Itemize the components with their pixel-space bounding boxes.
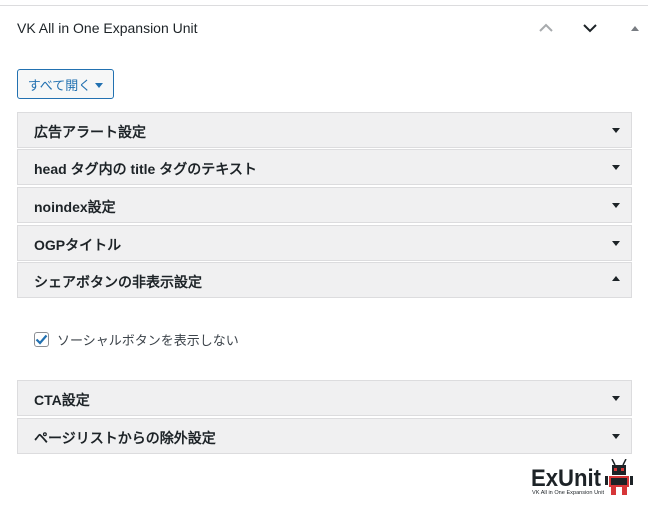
section-label: OGPタイトル — [34, 237, 122, 253]
share-hide-panel: ソーシャルボタンを表示しない — [17, 297, 632, 380]
section-label: ページリストからの除外設定 — [34, 430, 216, 446]
caret-down-icon — [95, 82, 104, 88]
caret-down-icon — [612, 128, 620, 133]
section-cta[interactable]: CTA設定 — [17, 380, 632, 416]
expand-all-label: すべて開く — [27, 77, 92, 93]
robot-mascot-icon — [605, 459, 633, 495]
checkmark-icon — [35, 334, 48, 345]
caret-down-icon — [612, 165, 620, 170]
exunit-logo: ExUnit VK All in One Expansion Unit — [531, 459, 633, 496]
caret-down-icon — [612, 203, 620, 208]
panel-title: VK All in One Expansion Unit — [17, 20, 198, 36]
section-label: シェアボタンの非表示設定 — [34, 274, 202, 290]
hide-social-buttons-option[interactable]: ソーシャルボタンを表示しない — [34, 330, 239, 349]
section-page-list-exclude[interactable]: ページリストからの除外設定 — [17, 418, 632, 454]
checkbox-label: ソーシャルボタンを表示しない — [57, 333, 239, 348]
caret-down-icon — [612, 241, 620, 246]
triangle-up-icon — [631, 26, 639, 31]
section-noindex[interactable]: noindex設定 — [17, 187, 632, 223]
section-label: CTA設定 — [34, 392, 90, 408]
chevron-down-icon — [583, 24, 597, 33]
section-label: noindex設定 — [34, 199, 116, 215]
section-ad-alert[interactable]: 広告アラート設定 — [17, 112, 632, 148]
panel-toggle-button[interactable] — [624, 17, 646, 39]
section-label: 広告アラート設定 — [34, 124, 146, 140]
caret-down-icon — [612, 396, 620, 401]
hide-social-buttons-checkbox[interactable] — [34, 332, 49, 347]
section-label: head タグ内の title タグのテキスト — [34, 161, 257, 177]
section-ogp-title[interactable]: OGPタイトル — [17, 225, 632, 261]
expand-all-button[interactable]: すべて開く — [17, 69, 114, 99]
section-share-hide[interactable]: シェアボタンの非表示設定 — [17, 262, 632, 298]
logo-subtitle: VK All in One Expansion Unit — [532, 490, 605, 496]
caret-up-icon — [612, 276, 620, 281]
section-head-title[interactable]: head タグ内の title タグのテキスト — [17, 149, 632, 185]
caret-down-icon — [612, 434, 620, 439]
chevron-up-icon — [539, 23, 553, 32]
move-up-button[interactable] — [535, 17, 557, 39]
panel-header: VK All in One Expansion Unit — [0, 6, 648, 50]
move-down-button[interactable] — [579, 17, 601, 39]
logo-text: ExUnit — [531, 465, 601, 492]
